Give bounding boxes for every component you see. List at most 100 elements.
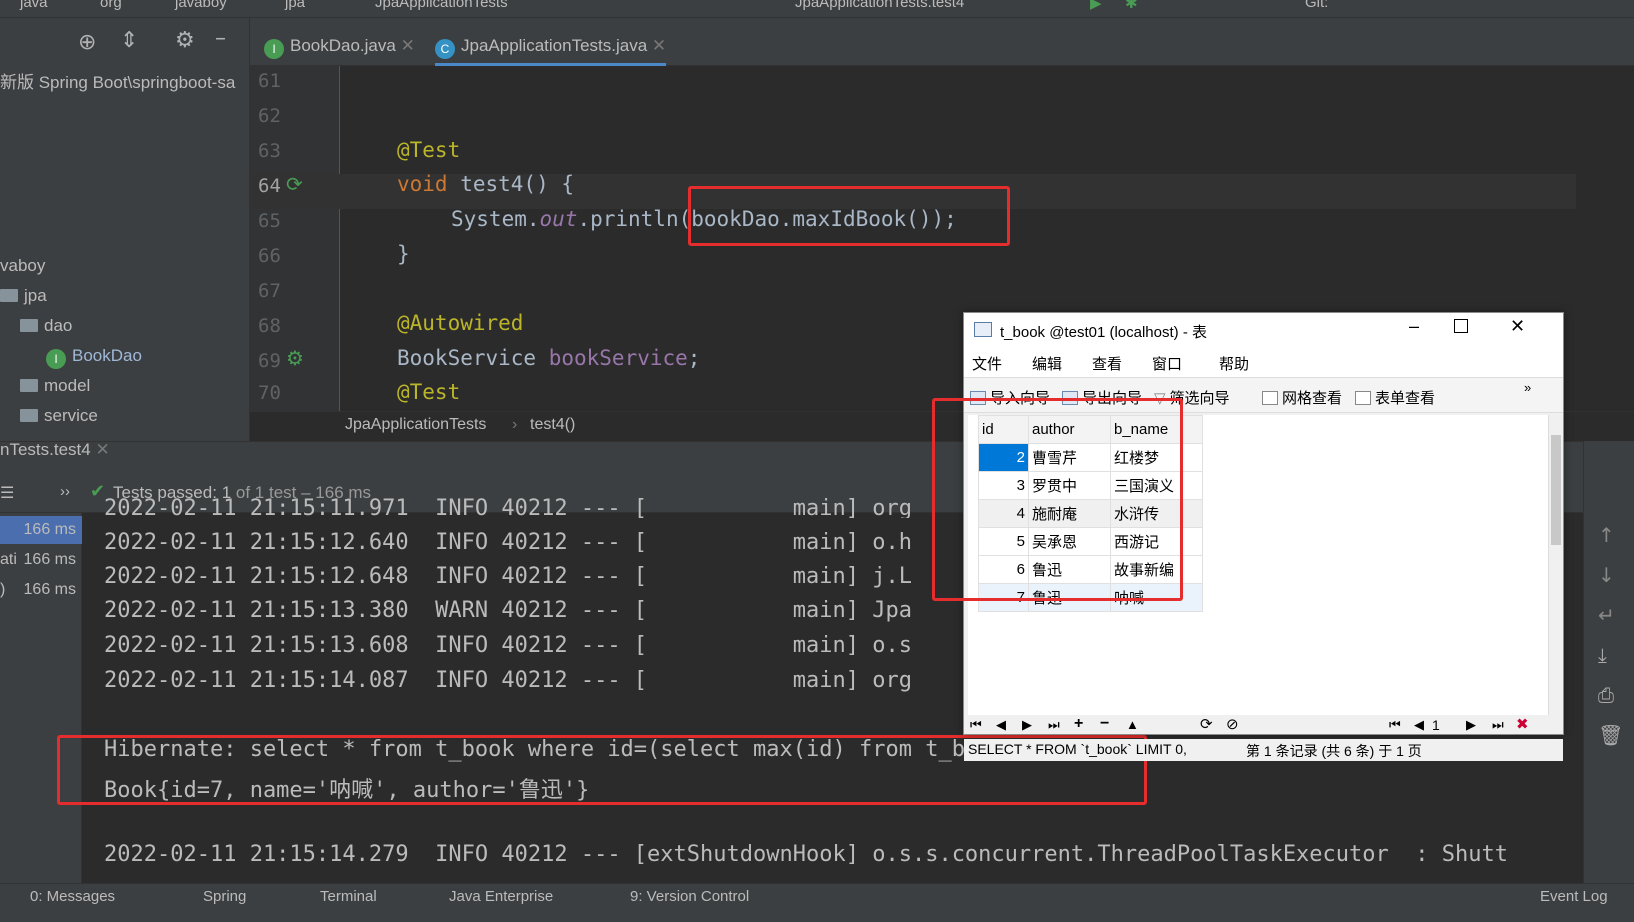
test-name: ati: [0, 551, 17, 568]
autowired-icon[interactable]: ⚙: [286, 346, 304, 370]
tab-jpa-application-tests[interactable]: C JpaApplicationTests.java ✕: [435, 36, 667, 66]
project-toolbar: ⊕ ⇕ ⚙ –: [0, 18, 250, 66]
log-line: 2022-02-11 21:15:12.640 INFO 40212 --- […: [104, 530, 912, 555]
debug-icon[interactable]: ✱: [1125, 0, 1138, 12]
stop-icon[interactable]: ⊘: [1226, 715, 1239, 733]
more-icon[interactable]: ››: [60, 483, 70, 500]
tree-item-model[interactable]: model: [20, 376, 90, 396]
editor-tabs: I BookDao.java ✕ C JpaApplicationTests.jav…: [250, 18, 1634, 66]
close-icon[interactable]: ✕: [401, 36, 415, 55]
close-icon[interactable]: ✕: [95, 440, 109, 459]
window-title: t_book @test01 (localhost) - 表: [1000, 324, 1207, 341]
tool-terminal[interactable]: Terminal: [320, 888, 377, 905]
test-tree-row[interactable]: ati 166 ms: [0, 546, 82, 574]
log-line: 2022-02-11 21:15:14.087 INFO 40212 --- […: [104, 668, 912, 693]
tree-item-jpa[interactable]: jpa: [0, 286, 47, 306]
tree-item-service[interactable]: service: [20, 406, 98, 426]
crosshair-icon[interactable]: ⊕: [78, 30, 96, 55]
tab-bookdao[interactable]: I BookDao.java ✕: [264, 36, 415, 66]
breadcrumb-java[interactable]: java: [20, 0, 48, 11]
minimize-button[interactable]: –: [1409, 316, 1419, 337]
close-icon[interactable]: ✕: [652, 36, 666, 55]
breadcrumb-method[interactable]: test4(): [530, 416, 575, 434]
code-text: BookService: [397, 346, 549, 370]
page-input[interactable]: 1: [1432, 717, 1440, 733]
first-record-icon[interactable]: ⏮: [970, 717, 982, 733]
tool-version-control[interactable]: 9: Version Control: [630, 888, 749, 905]
tool-java-enterprise[interactable]: Java Enterprise: [449, 888, 553, 905]
first-page-icon[interactable]: ⏮: [1389, 717, 1401, 733]
tool-messages[interactable]: 0: Messages: [30, 888, 115, 905]
tree-item-bookdao[interactable]: I BookDao: [46, 346, 142, 369]
last-page-icon[interactable]: ⏭: [1492, 717, 1504, 733]
arrow-down-icon[interactable]: ↓: [1598, 563, 1615, 587]
breadcrumb-class[interactable]: JpaApplicationTests: [345, 416, 486, 434]
next-record-icon[interactable]: ▶: [1022, 717, 1032, 733]
form-view-button[interactable]: 表单查看: [1355, 387, 1435, 408]
run-config-select[interactable]: JpaApplicationTests.test4: [795, 0, 964, 11]
test-tree-row[interactable]: 166 ms: [0, 516, 82, 544]
test-tree-row[interactable]: ) 166 ms: [0, 576, 82, 604]
tool-event-log[interactable]: Event Log: [1540, 888, 1608, 905]
add-record-icon[interactable]: +: [1074, 715, 1083, 733]
menu-icon[interactable]: ☰: [0, 483, 14, 503]
toolbar-overflow-icon[interactable]: »: [1524, 380, 1531, 395]
settings-icon[interactable]: ✖: [1516, 715, 1529, 733]
tree-item-javaboy[interactable]: vaboy: [0, 256, 45, 276]
delete-record-icon[interactable]: −: [1100, 715, 1109, 733]
menu-bar: 文件 编辑 查看 窗口 帮助: [964, 347, 1563, 377]
line-number: 62: [258, 105, 281, 127]
trash-icon[interactable]: 🗑: [1598, 723, 1623, 747]
minimize-icon[interactable]: –: [215, 26, 226, 51]
navigation-bar: java org javaboy jpa JpaApplicationTests…: [0, 0, 1634, 18]
collapse-icon[interactable]: ⇕: [120, 28, 138, 53]
run-tab[interactable]: nTests.test4 ✕: [0, 440, 110, 460]
wrap-icon[interactable]: ↵: [1598, 603, 1615, 627]
line-number: 65: [258, 210, 281, 232]
line-number: 70: [258, 382, 281, 404]
apply-icon[interactable]: ▲: [1126, 717, 1139, 732]
breadcrumb-javaboy[interactable]: javaboy: [175, 0, 227, 11]
record-info: 第 1 条记录 (共 6 条) 于 1 页: [1246, 743, 1422, 759]
grid-view-button[interactable]: 网格查看: [1262, 387, 1342, 408]
tree-item-dao[interactable]: dao: [20, 316, 72, 336]
run-tab-label: nTests.test4: [0, 440, 91, 459]
gear-icon[interactable]: ⚙: [175, 28, 195, 53]
log-line: 2022-02-11 21:15:13.380 WARN 40212 --- […: [104, 598, 912, 623]
menu-view[interactable]: 查看: [1092, 353, 1122, 374]
line-number: 66: [258, 245, 281, 267]
scrollbar-thumb[interactable]: [1551, 435, 1561, 545]
run-test-icon[interactable]: ⟳: [286, 172, 303, 196]
menu-window[interactable]: 窗口: [1152, 353, 1182, 374]
prev-page-icon[interactable]: ◀: [1414, 717, 1424, 733]
print-icon[interactable]: ⎙: [1598, 683, 1614, 707]
project-path: 新版 Spring Boot\springboot-sa: [0, 73, 236, 92]
breadcrumb-org[interactable]: org: [100, 0, 122, 11]
code-line-63: @Test: [397, 138, 461, 162]
menu-help[interactable]: 帮助: [1219, 353, 1249, 374]
menu-file[interactable]: 文件: [972, 353, 1002, 374]
tab-label: JpaApplicationTests.java: [461, 36, 648, 55]
class-icon: C: [435, 39, 455, 59]
grid-icon: [1262, 391, 1278, 405]
line-number: 69: [258, 350, 281, 372]
arrow-up-icon[interactable]: ↑: [1598, 523, 1615, 547]
log-line: 2022-02-11 21:15:11.971 INFO 40212 --- […: [104, 496, 912, 518]
menu-edit[interactable]: 编辑: [1032, 353, 1062, 374]
breadcrumb-class[interactable]: JpaApplicationTests: [375, 0, 508, 11]
maximize-button[interactable]: [1454, 319, 1468, 333]
prev-record-icon[interactable]: ◀: [996, 717, 1006, 733]
last-record-icon[interactable]: ⏭: [1048, 717, 1060, 733]
breadcrumb-jpa[interactable]: jpa: [285, 0, 305, 11]
tool-spring[interactable]: Spring: [203, 888, 246, 905]
next-page-icon[interactable]: ▶: [1466, 717, 1476, 733]
tree-label: service: [44, 406, 98, 425]
close-button[interactable]: ✕: [1510, 316, 1525, 337]
scroll-end-icon[interactable]: ⤓: [1598, 643, 1607, 667]
refresh-icon[interactable]: ⟳: [1200, 715, 1213, 733]
tool-window-bar: 0: Messages Spring Terminal Java Enterpr…: [0, 883, 1634, 922]
code-text: ;: [687, 346, 701, 370]
run-icon[interactable]: ▶: [1090, 0, 1102, 12]
tree-label: dao: [44, 316, 73, 335]
vertical-scrollbar[interactable]: [1548, 415, 1563, 715]
